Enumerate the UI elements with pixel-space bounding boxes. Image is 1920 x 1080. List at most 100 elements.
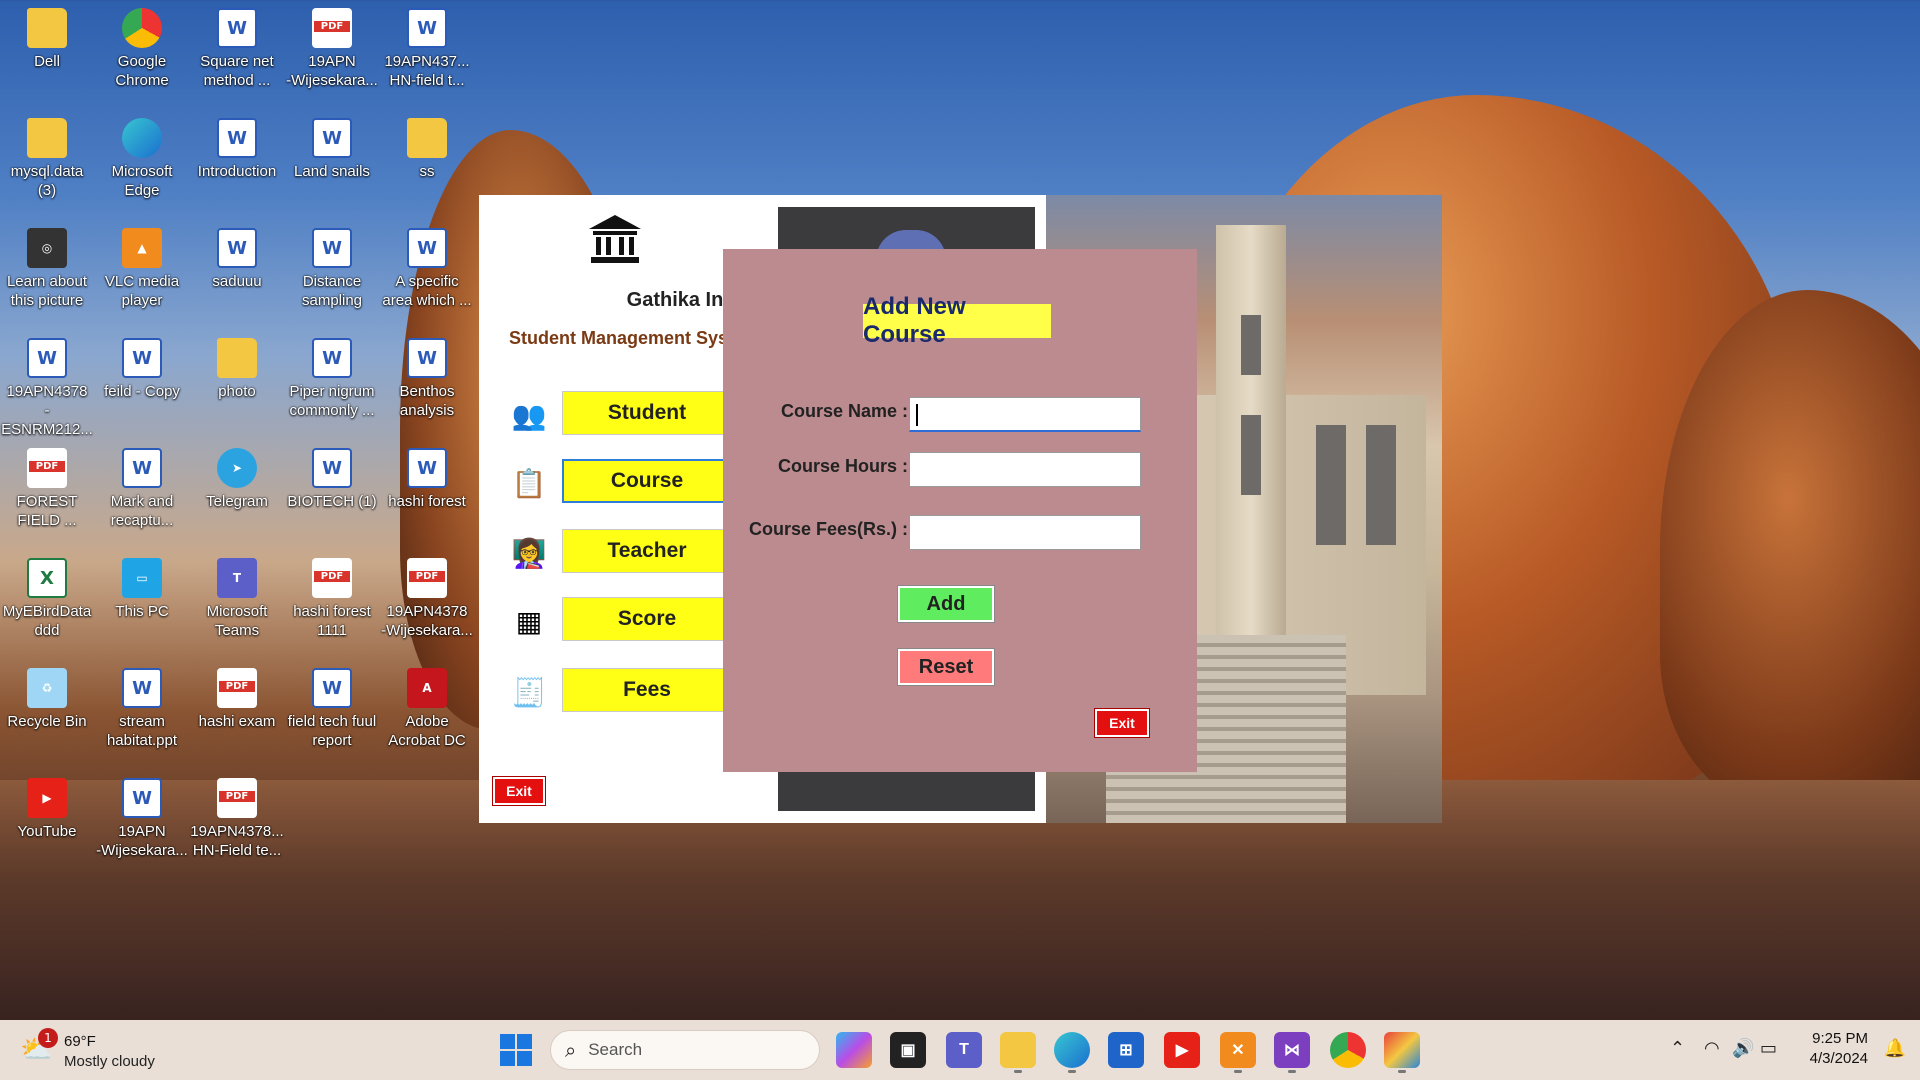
desktop-icon[interactable]: ◎ Learn about this picture	[0, 220, 94, 310]
desktop-icon[interactable]: photo	[190, 330, 284, 401]
desktop-icon[interactable]: 19APN4378... HN-Field te...	[190, 770, 284, 860]
score-button[interactable]: Score	[562, 597, 732, 641]
youtube-icon[interactable]: ▶	[1164, 1032, 1200, 1068]
word-icon: W	[122, 338, 162, 378]
word-icon: W	[312, 118, 352, 158]
word-icon: W	[312, 448, 352, 488]
desktop-icon[interactable]: Wsaduuu	[190, 220, 284, 291]
clock[interactable]: 9:25 PM 4/3/2024	[1810, 1029, 1868, 1069]
building-window	[1366, 425, 1396, 545]
system-subtitle: Student Management System	[509, 328, 749, 348]
desktop-icon[interactable]: hashi forest 1111	[285, 550, 379, 640]
app-window-icon[interactable]	[1384, 1032, 1420, 1068]
add-button[interactable]: Add	[897, 585, 995, 623]
pdf-icon	[217, 778, 257, 818]
desktop-icon[interactable]: 19APN4378 -Wijesekara...	[380, 550, 474, 640]
desktop-icon-label: 19APN4378... HN-Field te...	[190, 823, 284, 859]
file-explorer-icon[interactable]	[1000, 1032, 1036, 1068]
desktop-icon[interactable]: Microsoft Edge	[95, 110, 189, 200]
visual-studio-icon[interactable]: ⋈	[1274, 1032, 1310, 1068]
desktop-icon[interactable]: ♻ Recycle Bin	[0, 660, 94, 731]
main-exit-button[interactable]: Exit	[492, 776, 546, 806]
desktop-icon[interactable]: W Distance sampling	[285, 220, 379, 310]
bin-icon: ♻	[27, 668, 67, 708]
nav-row-course: 📋 Course	[507, 459, 732, 507]
desktop-icon[interactable]: FOREST FIELD ...	[0, 440, 94, 530]
desktop-icon[interactable]: W 19APN -Wijesekara...	[95, 770, 189, 860]
desktop-icon-label: Google Chrome	[115, 53, 169, 89]
chrome-icon[interactable]	[1330, 1032, 1366, 1068]
desktop-icon[interactable]: 19APN -Wijesekara...	[285, 0, 379, 90]
desktop-icon-label: field tech fuul report	[287, 713, 377, 749]
chevron-up-icon[interactable]: ⌃	[1670, 1038, 1685, 1059]
word-icon: W	[217, 8, 257, 48]
desktop-icon-label: stream habitat.ppt	[106, 713, 178, 749]
desktop-icon[interactable]: A Adobe Acrobat DC	[380, 660, 474, 750]
edge-icon[interactable]	[1054, 1032, 1090, 1068]
desktop-icon-label: Mark and recaptu...	[110, 493, 174, 529]
desktop-icon[interactable]: ▭ This PC	[95, 550, 189, 621]
word-icon: W	[122, 668, 162, 708]
wifi-icon[interactable]: ◠	[1704, 1038, 1720, 1059]
word-icon: W	[217, 118, 257, 158]
desktop-icon[interactable]: W Piper nigrum commonly ...	[285, 330, 379, 420]
dialog-exit-button[interactable]: Exit	[1094, 708, 1150, 738]
desktop-icon-label: This PC	[115, 603, 169, 620]
desktop-icon[interactable]: Whashi forest	[380, 440, 474, 511]
building-window	[1316, 425, 1346, 545]
pc-icon: ▭	[122, 558, 162, 598]
weather-description: Mostly cloudy	[64, 1053, 155, 1070]
notification-bell-icon[interactable]: 🔔	[1884, 1038, 1906, 1059]
desktop-icon[interactable]: Google Chrome	[95, 0, 189, 90]
desktop-icon[interactable]: W Square net method ...	[190, 0, 284, 90]
desktop-icon[interactable]: Wfield tech fuul report	[285, 660, 379, 750]
course-hours-input[interactable]	[909, 452, 1141, 487]
teacher-button[interactable]: Teacher	[562, 529, 732, 573]
weather-badge: 1	[38, 1028, 58, 1048]
desktop-icon[interactable]: Wfeild - Copy	[95, 330, 189, 401]
desktop-icon[interactable]: ▶ YouTube	[0, 770, 94, 841]
reset-button[interactable]: Reset	[897, 648, 995, 686]
course-fees-input[interactable]	[909, 515, 1141, 550]
desktop-icon-label: Piper nigrum commonly ...	[289, 383, 375, 419]
desktop-icon[interactable]: X MyEBirdData ddd	[0, 550, 94, 640]
fees-button[interactable]: Fees	[562, 668, 732, 712]
desktop-icon-label: photo	[218, 383, 256, 400]
volume-icon[interactable]: 🔊	[1732, 1038, 1754, 1059]
course-name-input[interactable]	[909, 397, 1141, 432]
desktop-icon[interactable]: W Land snails	[285, 110, 379, 181]
desktop-icon[interactable]: W 19APN437... HN-field t...	[380, 0, 474, 90]
desktop-icon[interactable]: W Benthos analysis	[380, 330, 474, 420]
weather-widget[interactable]: ⛅ 1 69°F Mostly cloudy	[20, 1028, 220, 1072]
desktop-icon[interactable]: W A specific area which ...	[380, 220, 474, 310]
copilot-icon[interactable]	[836, 1032, 872, 1068]
course-name-label: Course Name :	[780, 401, 908, 421]
desktop-icon[interactable]: ss	[380, 110, 474, 181]
battery-icon[interactable]: ▭	[1760, 1038, 1777, 1059]
desktop-icon[interactable]: W Mark and recaptu...	[95, 440, 189, 530]
taskbar-search[interactable]: ⌕ Search	[550, 1030, 820, 1070]
desktop-icon[interactable]: W Introduction	[190, 110, 284, 181]
nav-row-teacher: 👩‍🏫 Teacher	[507, 529, 732, 577]
course-button[interactable]: Course	[562, 459, 732, 503]
text-caret	[916, 404, 918, 426]
desktop-icon[interactable]: Dell	[0, 0, 94, 71]
desktop-icon[interactable]: W 19APN4378 -ESNRM212...	[0, 330, 94, 439]
desktop-icon[interactable]: mysql.data (3)	[0, 110, 94, 200]
desktop-icon[interactable]: W BIOTECH (1)	[285, 440, 379, 511]
vlc-icon: ▲	[122, 228, 162, 268]
desktop-icon-label: feild - Copy	[104, 383, 180, 400]
word-icon: W	[27, 338, 67, 378]
teams-icon[interactable]: T	[946, 1032, 982, 1068]
start-button[interactable]	[500, 1034, 532, 1066]
desktop-icon[interactable]: ▲ VLC media player	[95, 220, 189, 310]
desktop-icon[interactable]: ➤ Telegram	[190, 440, 284, 511]
desktop-icon[interactable]: T Microsoft Teams	[190, 550, 284, 640]
store-icon[interactable]: ⊞	[1108, 1032, 1144, 1068]
desktop-icon[interactable]: Wstream habitat.ppt	[95, 660, 189, 750]
task-view-icon[interactable]: ▣	[890, 1032, 926, 1068]
student-button[interactable]: Student	[562, 391, 732, 435]
desktop-icon[interactable]: hashi exam	[190, 660, 284, 731]
word-icon: W	[217, 228, 257, 268]
xampp-icon[interactable]: ✕	[1220, 1032, 1256, 1068]
